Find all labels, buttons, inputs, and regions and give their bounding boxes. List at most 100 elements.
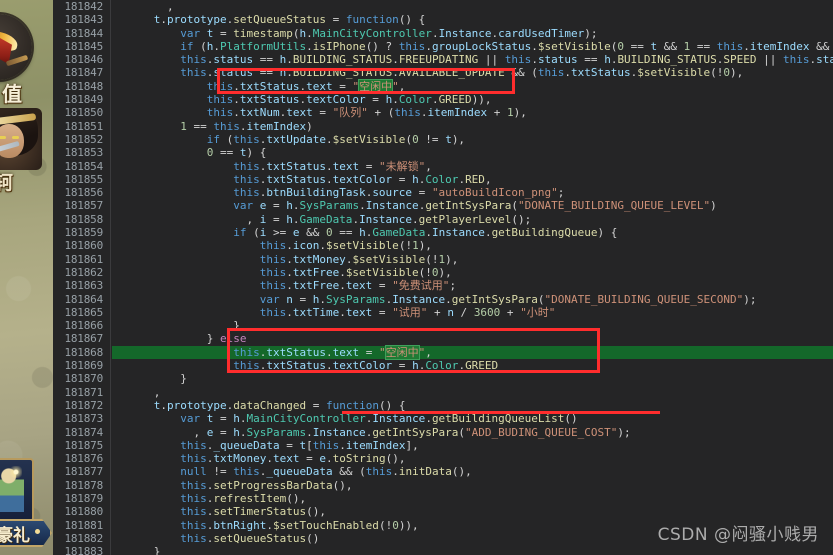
code-line[interactable]: null != this._queueData && (this.initDat…	[112, 465, 833, 478]
code-line[interactable]: this.txtStatus.textColor = h.Color.GREED	[112, 359, 833, 372]
code-token: groupLockStatus	[431, 39, 532, 53]
code-token: Instance	[312, 425, 366, 439]
code-line[interactable]: var n = h.SysParams.Instance.getIntSysPa…	[112, 293, 833, 306]
line-number: 181872	[64, 398, 103, 412]
code-line[interactable]: this.setTimerStatus(),	[112, 505, 833, 518]
code-token: SPEED	[723, 53, 757, 67]
code-line[interactable]: this.btnBuildingTask.source = "autoBuild…	[112, 186, 833, 199]
code-token: getIntSysPara	[372, 425, 459, 439]
code-token: .	[339, 305, 346, 319]
code-line[interactable]: ,	[112, 0, 833, 13]
code-token: =	[312, 106, 333, 120]
code-line[interactable]: this.icon.$setVisible(!1),	[112, 239, 833, 252]
code-token: FREEUPDATING	[398, 53, 479, 67]
code-line[interactable]: ,	[112, 386, 833, 399]
code-line[interactable]: this.txtStatus.textColor = h.Color.GREED…	[112, 93, 833, 106]
code-token: text	[332, 159, 360, 173]
code-token: e	[319, 452, 326, 466]
code-token: ),	[451, 132, 466, 146]
code-line[interactable]: this.txtMoney.$setVisible(!1),	[112, 253, 833, 266]
code-line[interactable]: var t = timestamp(h.MainCityController.I…	[112, 27, 833, 40]
gift-card-thumbnail[interactable]	[0, 458, 34, 522]
code-token: BUILDING_STATUS	[292, 66, 393, 80]
line-number: 181879	[64, 491, 103, 505]
code-token: this	[233, 345, 260, 359]
code-token: isIPhone	[312, 39, 366, 53]
code-line[interactable]: this.txtTime.text = "试用" + n / 3600 + "小…	[112, 306, 833, 319]
code-token: Instance	[365, 199, 419, 213]
code-token: .	[325, 172, 333, 186]
code-token: this	[180, 518, 207, 532]
code-line[interactable]: , i = h.GameData.Instance.getPlayerLevel…	[112, 213, 833, 226]
code-lines[interactable]: , t.prototype.setQueueStatus = function(…	[112, 0, 833, 555]
code-token: this	[233, 465, 260, 479]
code-line[interactable]: this.setProgressBarData(),	[112, 479, 833, 492]
code-token: "ADD_BUDING_QUEUE_COST"	[465, 425, 618, 439]
code-token: this	[365, 465, 393, 479]
code-token: _queueData	[213, 438, 280, 452]
code-token: function	[325, 398, 379, 412]
code-token: .	[431, 26, 439, 40]
hero-face	[0, 124, 24, 158]
selected-text: 空闲中	[384, 344, 420, 360]
code-token: this	[716, 39, 744, 53]
code-line[interactable]: var t = h.MainCityController.Instance.ge…	[112, 412, 833, 425]
line-number: 181878	[64, 478, 103, 492]
gift-banner-button[interactable]: 豪礼	[0, 519, 52, 547]
code-token: .	[325, 359, 333, 373]
code-line[interactable]: this.txtNum.text = "队列" + (this.itemInde…	[112, 106, 833, 119]
code-line[interactable]: t.prototype.dataChanged = function() {	[112, 399, 833, 412]
code-line[interactable]: 1 == this.itemIndex)	[112, 120, 833, 133]
code-line[interactable]: this.txtMoney.text = e.toString(),	[112, 452, 833, 465]
code-line[interactable]: t.prototype.setQueueStatus = function() …	[112, 13, 833, 26]
code-token: !=	[206, 465, 234, 479]
code-line[interactable]: }	[112, 545, 833, 555]
code-token: ==	[186, 119, 214, 133]
code-token: getPlayerLevel	[418, 212, 512, 226]
code-line[interactable]: this.txtFree.$setVisible(!0),	[112, 266, 833, 279]
code-token: }	[114, 545, 161, 555]
code-line[interactable]: this.txtStatus.text = "未解锁",	[112, 160, 833, 173]
code-token: this	[180, 531, 207, 545]
code-line[interactable]: this.txtFree.text = "免费试用";	[112, 279, 833, 292]
code-token: this	[259, 239, 287, 253]
code-token: );	[743, 292, 757, 306]
hero-portrait-avatar[interactable]	[0, 108, 42, 170]
code-token: .	[431, 93, 439, 107]
code-line[interactable]: this.status == h.BUILDING_STATUS.FREEUPD…	[112, 53, 833, 66]
code-line[interactable]: var e = h.SysParams.Instance.getIntSysPa…	[112, 199, 833, 212]
line-number: 181855	[64, 172, 103, 186]
code-editor[interactable]: 181842 181843 181844 181845 181846 181847 1818…	[53, 0, 833, 555]
code-line[interactable]: }	[112, 319, 833, 332]
code-line[interactable]: this.txtStatus.text = "空闲中",	[112, 344, 833, 360]
code-line[interactable]: if (this.txtUpdate.$setVisible(0 != t),	[112, 133, 833, 146]
code-line[interactable]: this.refrestItem(),	[112, 492, 833, 505]
code-token: $setTouchEnabled	[272, 518, 379, 532]
code-line[interactable]: , e = h.SysParams.Instance.getIntSysPara…	[112, 426, 833, 439]
code-line[interactable]: }	[112, 372, 833, 385]
code-token: n	[447, 305, 454, 319]
code-line[interactable]: this.txtStatus.textColor = h.Color.RED,	[112, 173, 833, 186]
code-content-area[interactable]: , t.prototype.setQueueStatus = function(…	[112, 0, 833, 555]
code-line[interactable]: if (i >= e && 0 == h.GameData.Instance.g…	[112, 226, 833, 239]
code-line[interactable]: this.status == h.BUILDING_STATUS.AVAILAB…	[112, 66, 833, 79]
code-token: ,	[114, 425, 207, 439]
code-line[interactable]: this.txtStatus.text = "空闲中",	[112, 78, 833, 94]
code-line[interactable]: 0 == t) {	[112, 146, 833, 159]
code-token: GameData	[372, 226, 426, 240]
code-token: 0	[325, 226, 333, 240]
code-token: ),	[438, 265, 452, 279]
code-line[interactable]: this._queueData = t[this.itemIndex],	[112, 439, 833, 452]
code-token: status	[213, 66, 254, 80]
code-token: "小时"	[520, 305, 556, 319]
code-line[interactable]: if (h.PlatformUtils.isIPhone() ? this.gr…	[112, 40, 833, 53]
code-line[interactable]: } else	[112, 332, 833, 345]
